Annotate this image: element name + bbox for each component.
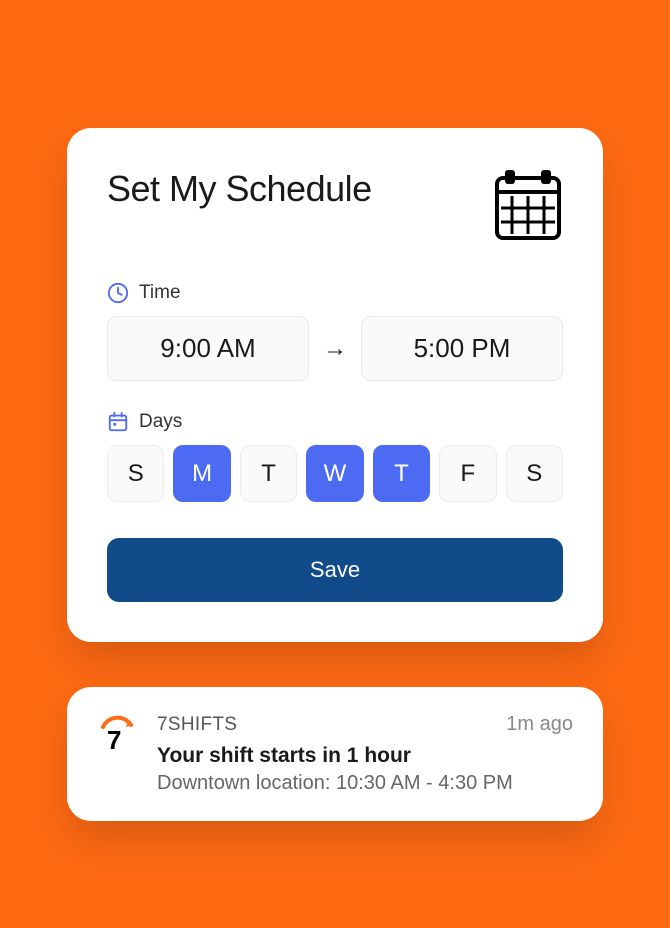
time-label-row: Time: [107, 282, 563, 304]
days-label-row: Days: [107, 411, 563, 433]
day-toggle-3[interactable]: W: [306, 445, 363, 502]
7shifts-logo-icon: 7: [97, 715, 137, 755]
day-toggle-1[interactable]: M: [173, 445, 230, 502]
notification-header: 7SHIFTS 1m ago: [157, 713, 573, 736]
notification-body: 7SHIFTS 1m ago Your shift starts in 1 ho…: [157, 713, 573, 795]
time-row: 9:00 AM → 5:00 PM: [107, 316, 563, 381]
notification-app-name: 7SHIFTS: [157, 714, 237, 736]
calendar-large-icon: [493, 168, 563, 242]
days-label: Days: [139, 411, 182, 433]
schedule-card: Set My Schedule Time 9:00 AM → 5:00 PM: [67, 128, 603, 642]
page-title: Set My Schedule: [107, 168, 372, 210]
start-time-input[interactable]: 9:00 AM: [107, 316, 309, 381]
clock-icon: [107, 282, 129, 304]
notification-card[interactable]: 7 7SHIFTS 1m ago Your shift starts in 1 …: [67, 687, 603, 821]
day-toggle-6[interactable]: S: [506, 445, 563, 502]
notification-detail: Downtown location: 10:30 AM - 4:30 PM: [157, 772, 573, 795]
card-header: Set My Schedule: [107, 168, 563, 242]
time-label: Time: [139, 282, 181, 304]
end-time-input[interactable]: 5:00 PM: [361, 316, 563, 381]
svg-text:7: 7: [107, 725, 121, 755]
notification-title: Your shift starts in 1 hour: [157, 744, 573, 768]
calendar-small-icon: [107, 411, 129, 433]
day-toggle-5[interactable]: F: [439, 445, 496, 502]
day-toggle-0[interactable]: S: [107, 445, 164, 502]
day-toggle-2[interactable]: T: [240, 445, 297, 502]
notification-timestamp: 1m ago: [506, 713, 573, 736]
days-row: SMTWTFS: [107, 445, 563, 502]
day-toggle-4[interactable]: T: [373, 445, 430, 502]
arrow-right-icon: →: [323, 335, 347, 363]
save-button[interactable]: Save: [107, 538, 563, 602]
